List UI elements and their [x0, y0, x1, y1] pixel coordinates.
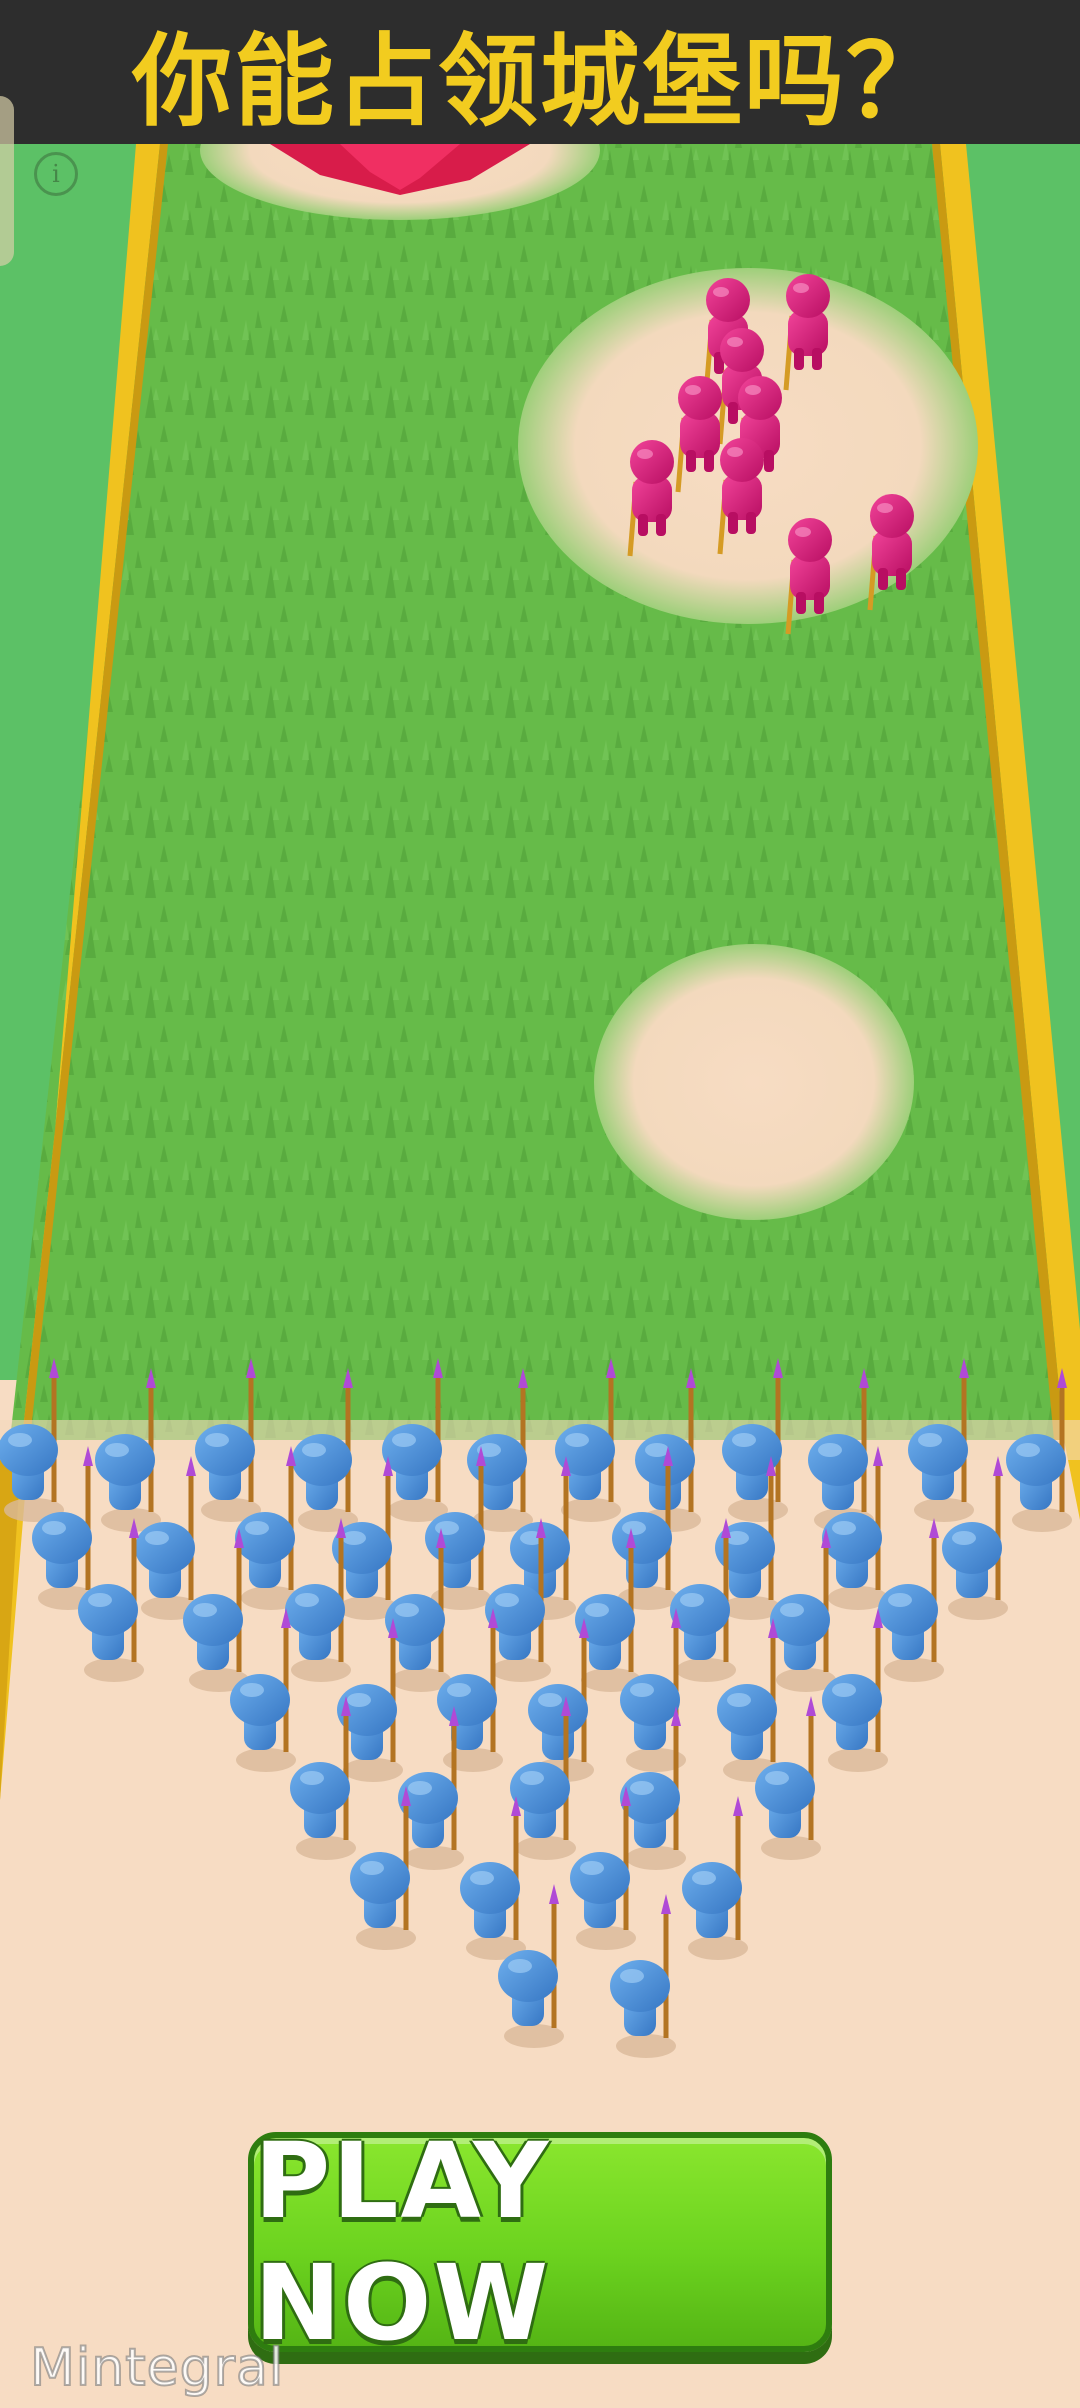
title-banner: 你能占领城堡吗？	[0, 0, 1080, 144]
play-now-label: PLAY NOW	[254, 2120, 551, 2364]
banner-title: 你能占领城堡吗？	[132, 22, 948, 140]
play-now-button[interactable]: PLAY NOW	[248, 2120, 832, 2364]
game-scene[interactable]	[0, 0, 1080, 2408]
empty-clearing	[594, 944, 914, 1220]
side-tab[interactable]	[0, 96, 14, 266]
mintegral-watermark: Mintegral	[29, 2337, 285, 2399]
info-icon[interactable]: i	[34, 152, 78, 196]
